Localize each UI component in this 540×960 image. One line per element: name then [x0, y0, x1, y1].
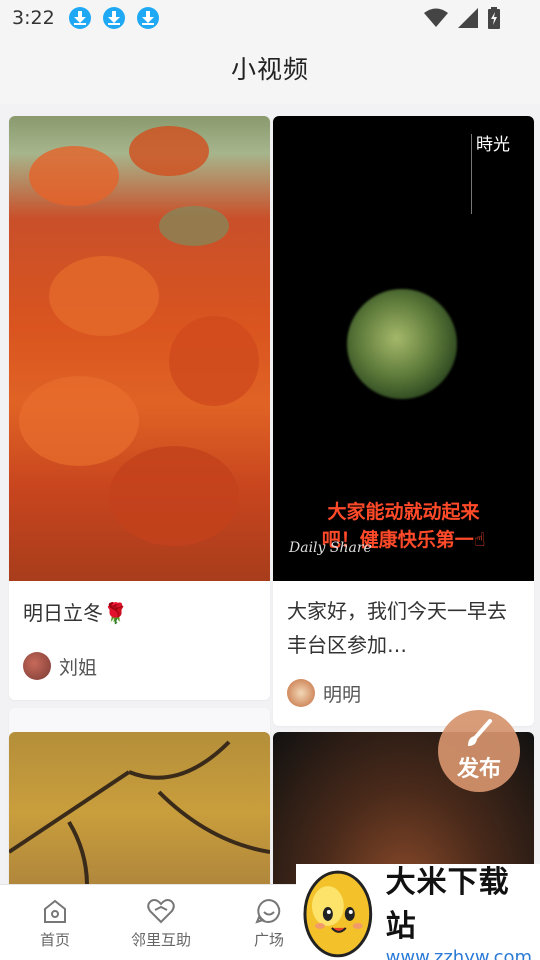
watermark-title: 大米下载站 — [385, 864, 510, 944]
title-bar: 小视频 — [0, 36, 540, 100]
tab-label: 广场 — [253, 930, 284, 949]
battery-icon — [488, 7, 500, 29]
download-icon — [102, 7, 125, 29]
publish-button[interactable]: 发布 — [438, 710, 520, 792]
overlay-script: Daily Share — [289, 540, 372, 556]
status-icons — [424, 7, 500, 29]
author-name: 明明 — [323, 683, 362, 706]
tab-label: 邻里互助 — [130, 930, 191, 949]
mascot-logo — [303, 870, 373, 958]
tab-label: 首页 — [39, 930, 70, 949]
home-icon — [44, 899, 66, 923]
branch-lines — [9, 740, 270, 884]
video-card[interactable]: 明日立冬🌹 刘姐 — [9, 116, 270, 700]
download-icon — [136, 7, 159, 29]
video-thumbnail[interactable] — [9, 732, 270, 884]
wifi-icon — [424, 8, 448, 27]
heart-icon — [147, 898, 175, 923]
video-thumbnail[interactable] — [9, 116, 270, 581]
card-caption[interactable]: 明日立冬🌹 — [23, 596, 256, 630]
status-time: 3:22 — [12, 7, 55, 29]
overlay-caption-line: 大家能动就动起来 — [327, 501, 480, 523]
card-author[interactable]: 明明 — [287, 679, 361, 707]
watermark-text: 大米下载站 www.zzhyw.com — [386, 857, 540, 960]
video-card[interactable] — [9, 732, 270, 884]
download-icon — [68, 7, 91, 29]
watermark-url: www.zzhyw.com — [385, 946, 533, 960]
publish-label: 发布 — [456, 757, 501, 782]
smile-icon — [255, 898, 281, 924]
card-caption[interactable]: 大家好，我们今天一早去丰台区参加… — [287, 594, 520, 662]
globe-image — [347, 289, 457, 399]
brush-icon — [468, 719, 492, 746]
tab-home[interactable]: 首页 — [0, 885, 110, 960]
page-title: 小视频 — [230, 55, 309, 84]
tab-neighbor-help[interactable]: 邻里互助 — [106, 885, 216, 960]
author-name: 刘姐 — [59, 656, 98, 679]
avatar — [287, 679, 315, 707]
card-author[interactable]: 刘姐 — [23, 652, 97, 680]
avatar — [23, 652, 51, 680]
video-thumbnail[interactable]: 時光 大家能动就动起来 吧！健康快乐第一☝ Daily Share — [273, 116, 534, 581]
overlay-logo: 時光 — [471, 134, 521, 214]
video-card[interactable]: 時光 大家能动就动起来 吧！健康快乐第一☝ Daily Share 大家好，我们… — [273, 116, 534, 726]
site-watermark: 大米下载站 www.zzhyw.com — [296, 864, 540, 960]
status-bar: 3:22 — [0, 0, 540, 36]
signal-icon — [458, 8, 478, 28]
